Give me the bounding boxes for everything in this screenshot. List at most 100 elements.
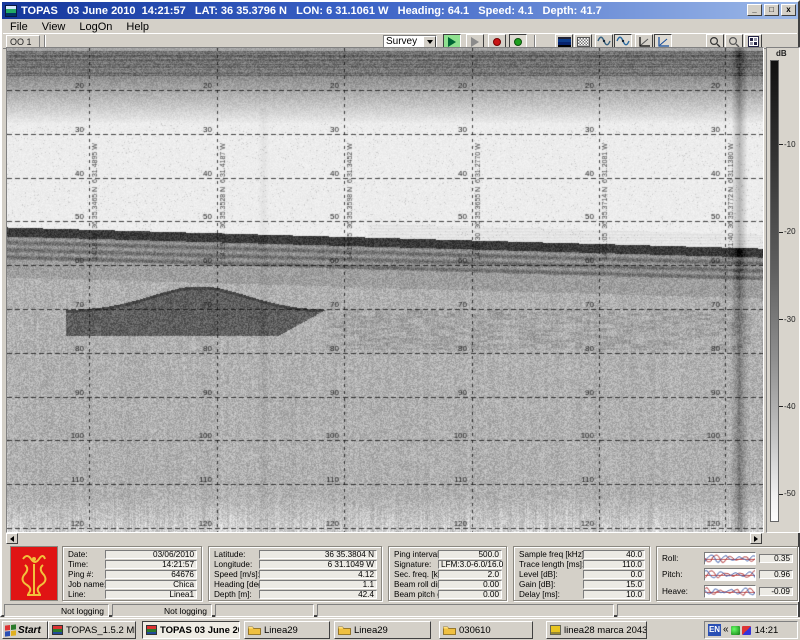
field-value: 40.0	[583, 550, 645, 559]
wiggle-trace-icon	[597, 36, 611, 47]
scroll-right-button[interactable]	[750, 533, 762, 544]
wiggle-trace-icon	[616, 36, 630, 47]
taskbar-item-label: 030610	[459, 625, 491, 636]
echogram-view[interactable]	[6, 47, 764, 533]
panel-row: Depth [m]:42.4	[214, 589, 377, 599]
taskbar-item[interactable]: Linea29	[244, 621, 330, 639]
colorbar-unit-label: dB	[776, 49, 787, 58]
field-label: Speed [m/s]:	[214, 570, 259, 579]
panel-row: Ping #:64676	[68, 570, 197, 580]
magnifier-icon	[709, 36, 721, 48]
panel-motion: Roll:0.35Pitch:0.96Heave:-0.09	[656, 546, 798, 601]
field-value: Chica	[105, 580, 197, 589]
taskbar-item[interactable]: Linea29	[334, 621, 431, 639]
field-value: 64676	[105, 570, 197, 579]
menu-bar: FileViewLogOnHelp	[3, 20, 797, 33]
field-value: 15.0	[583, 580, 645, 589]
panel-row: Trace length [ms]:110.0	[519, 560, 645, 570]
os-taskbar: Start EN « 14:21 TOPAS_1.5.2 MkiTOPAS 03…	[0, 618, 800, 640]
taskbar-item[interactable]: 030610	[439, 621, 533, 639]
panel-row: Time:14:21:57	[68, 560, 197, 570]
panel-row: Level [dB]:0.0	[519, 570, 645, 580]
field-label: Depth [m]:	[214, 590, 259, 599]
status-section	[215, 604, 314, 617]
panel-row: Sec. freq. [kHz]:2.0	[394, 570, 502, 580]
chart-axes-icon	[657, 36, 670, 48]
field-label: Trace length [ms]:	[519, 560, 583, 569]
field-value: 500.0	[438, 550, 502, 559]
field-value: 1.1	[259, 580, 377, 589]
taskbar-item-label: TOPAS_1.5.2 Mki	[66, 625, 136, 636]
field-label: Gain [dB]:	[519, 580, 583, 589]
close-button[interactable]: x	[781, 4, 796, 16]
taskbar-item[interactable]: TOPAS 03 June 201...	[142, 621, 240, 639]
horizontal-scrollbar[interactable]	[6, 533, 764, 545]
start-button[interactable]: Start	[2, 621, 48, 639]
menu-help[interactable]: Help	[119, 21, 156, 33]
echogram-canvas[interactable]	[7, 48, 763, 532]
window-title: TOPAS 03 June 2010 14:21:57 LAT: 36 35.3…	[21, 5, 602, 17]
tray-app-icon[interactable]	[742, 626, 751, 635]
taskbar-item[interactable]: TOPAS_1.5.2 Mki	[48, 621, 136, 639]
magnifier-icon	[728, 36, 740, 48]
status-section: Not logging	[112, 604, 212, 617]
field-label: Beam pitch dir [deg]:	[394, 590, 438, 599]
field-value: 2.0	[438, 570, 502, 579]
grid-icon	[748, 36, 759, 47]
field-value: 110.0	[583, 560, 645, 569]
winzip-icon	[550, 625, 561, 635]
tray-chevron-icon[interactable]: «	[723, 625, 729, 635]
colorbar-tick-label: -40	[779, 402, 796, 411]
maximize-button[interactable]: □	[764, 4, 779, 16]
folder-icon	[248, 625, 261, 635]
field-label: Line:	[68, 590, 105, 599]
panel-row: Date:03/06/2010	[68, 550, 197, 560]
topas-icon	[146, 625, 157, 635]
taskbar-item-label: linea28 marca 2043 SCG ...	[564, 625, 647, 636]
record-icon	[493, 38, 501, 46]
panel-row: Roll:0.35	[662, 550, 793, 567]
field-label: Pitch:	[662, 570, 704, 579]
panel-row: Sample freq [kHz]:40.0	[519, 550, 645, 560]
field-value: 0.0	[583, 570, 645, 579]
panel-nav: Latitude:36 35.3804 NLongitude:6 31.1049…	[208, 546, 382, 601]
menu-file[interactable]: File	[3, 21, 35, 33]
field-label: Signature:	[394, 560, 438, 569]
taskbar-item[interactable]: linea28 marca 2043 SCG ...	[546, 621, 647, 639]
colorbar-tick-label: -50	[779, 489, 796, 498]
panel-row: Pitch:0.96	[662, 567, 793, 584]
minimize-button[interactable]: _	[747, 4, 762, 16]
colorbar-tick-label: -30	[779, 315, 796, 324]
field-value: 42.4	[259, 590, 377, 599]
arrow-left-icon	[10, 536, 14, 542]
language-indicator[interactable]: EN	[708, 624, 721, 636]
panel-row: Heave:-0.09	[662, 583, 793, 600]
menu-view[interactable]: View	[35, 21, 73, 33]
scroll-left-button[interactable]	[6, 533, 18, 544]
taskbar-item-label: TOPAS 03 June 201...	[160, 625, 240, 636]
field-value: 03/06/2010	[105, 550, 197, 559]
panel-row: Job name:Chica	[68, 579, 197, 589]
menu-logon[interactable]: LogOn	[72, 21, 119, 33]
motion-sparkline	[704, 552, 756, 565]
field-value: 0.00	[438, 580, 502, 589]
app-icon	[5, 5, 17, 17]
field-label: Date:	[68, 550, 105, 559]
panel-row: Ping interval [ms]:500.0	[394, 550, 502, 560]
folder-icon	[338, 625, 351, 635]
tray-app-icon[interactable]	[731, 626, 740, 635]
topas-icon	[52, 625, 63, 635]
field-label: Ping interval [ms]:	[394, 550, 438, 559]
field-value: 36 35.3804 N	[259, 550, 377, 559]
status-section	[317, 604, 614, 617]
field-label: Sec. freq. [kHz]:	[394, 570, 438, 579]
colorbar-tick-label: -20	[779, 227, 796, 236]
panel-row: Line:Linea1	[68, 589, 197, 599]
field-label: Time:	[68, 560, 105, 569]
status-bar: Not loggingNot logging	[2, 604, 800, 618]
field-value: 0.00	[438, 590, 502, 599]
field-value: -0.09	[759, 587, 793, 596]
noise-icon	[577, 37, 590, 47]
panel-row: Gain [dB]:15.0	[519, 579, 645, 589]
field-label: Ping #:	[68, 570, 105, 579]
